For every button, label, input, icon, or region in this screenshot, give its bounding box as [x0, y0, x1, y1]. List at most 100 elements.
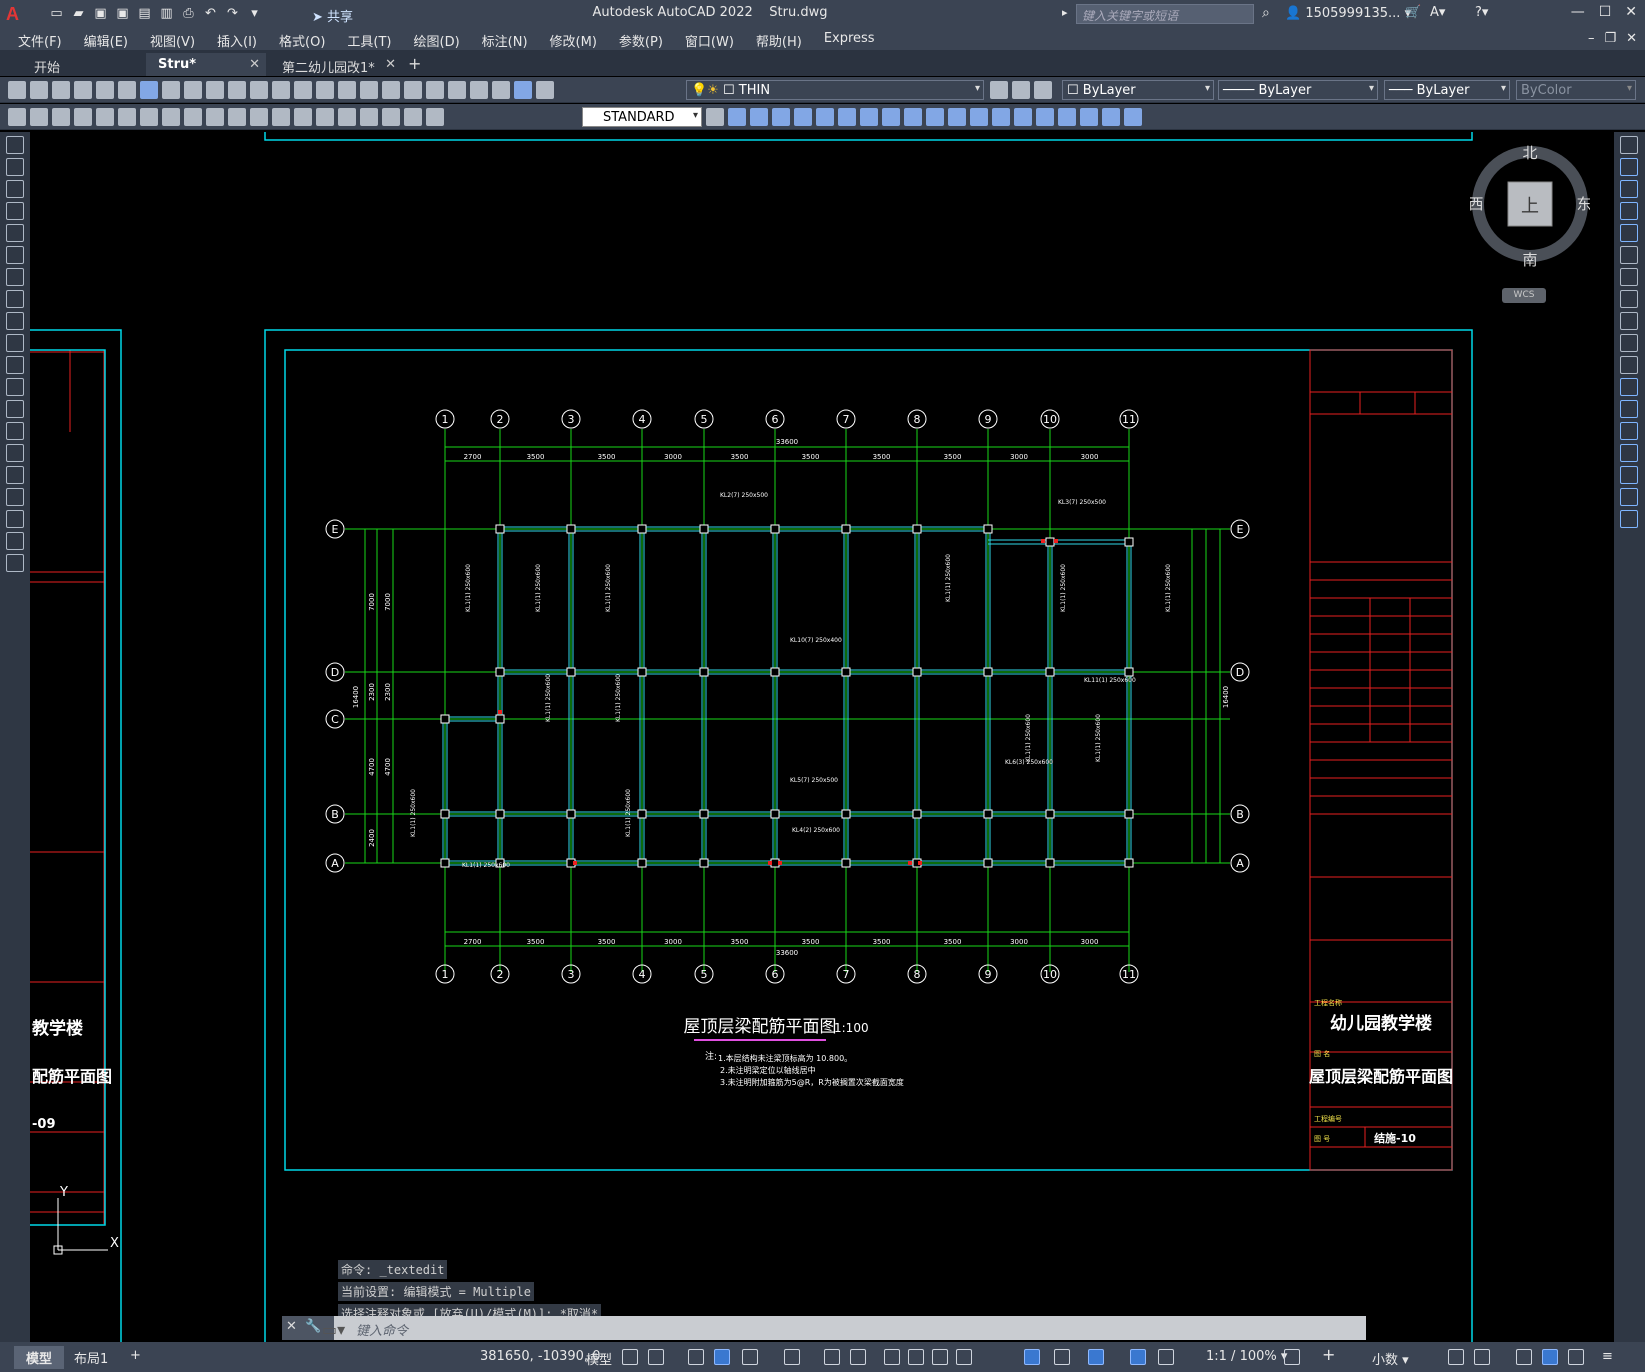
dim-aligned-icon[interactable] [30, 108, 48, 126]
ellipse-arc-icon[interactable] [6, 356, 24, 374]
layer-prev-icon[interactable] [1012, 81, 1030, 99]
join-object-icon[interactable] [1620, 422, 1638, 440]
lineweight-dropdown[interactable]: ─── ByLayer ▾ [1384, 80, 1510, 100]
spline-icon[interactable] [6, 312, 24, 330]
tab-start[interactable]: 开始 [22, 53, 142, 76]
menu-view[interactable]: 视图(V) [150, 28, 195, 50]
cut-icon[interactable] [162, 81, 180, 99]
ungroup-icon[interactable] [1124, 108, 1142, 126]
search-icon[interactable]: ⌕ [1262, 5, 1270, 21]
chevron-right-icon[interactable]: ▸ [1062, 6, 1068, 19]
dim-update-icon[interactable] [426, 108, 444, 126]
close-icon[interactable]: ✕ [249, 57, 260, 72]
save-icon[interactable]: ▣ [92, 6, 109, 22]
mirror-icon[interactable] [750, 108, 768, 126]
gizmo-icon[interactable] [1088, 1349, 1104, 1365]
circle-icon[interactable] [6, 268, 24, 286]
new-layout-button[interactable]: + [118, 1346, 153, 1365]
move-object-icon[interactable] [1620, 246, 1638, 264]
copy-icon[interactable] [728, 108, 746, 126]
dim-edit-icon[interactable] [382, 108, 400, 126]
close-icon[interactable]: ✕ [385, 57, 396, 72]
erase-icon[interactable] [1620, 136, 1638, 154]
app-logo[interactable]: A [6, 4, 19, 25]
clean-screen-icon[interactable] [1568, 1349, 1584, 1365]
zoom-icon[interactable] [316, 81, 334, 99]
menu-help[interactable]: 帮助(H) [756, 28, 802, 50]
minimize-icon[interactable]: — [1571, 4, 1585, 20]
osnap-icon[interactable] [850, 1349, 866, 1365]
quick-dim-icon[interactable] [184, 108, 202, 126]
region-icon[interactable] [6, 488, 24, 506]
exchange-icon[interactable]: A▾ [1430, 5, 1445, 20]
break-point-icon[interactable] [1620, 378, 1638, 396]
chamfer-icon[interactable] [992, 108, 1010, 126]
scale-icon[interactable] [860, 108, 878, 126]
user-account[interactable]: 👤 1505999135... ▾ [1285, 6, 1411, 21]
close-icon[interactable]: ✕ [1625, 4, 1637, 20]
extend-icon[interactable] [926, 108, 944, 126]
menu-format[interactable]: 格式(O) [279, 28, 325, 50]
layer-match-icon[interactable] [990, 81, 1008, 99]
export-icon[interactable]: ▥ [158, 6, 175, 22]
match-icon[interactable] [228, 81, 246, 99]
menu-dimension[interactable]: 标注(N) [482, 28, 528, 50]
open-icon[interactable] [30, 81, 48, 99]
dim-arc-icon[interactable] [52, 108, 70, 126]
undo-icon[interactable]: ↶ [202, 6, 219, 22]
save-icon[interactable] [52, 81, 70, 99]
layer-icon[interactable] [536, 81, 554, 99]
polyline-icon[interactable] [6, 180, 24, 198]
model-space-button[interactable]: 模型 [586, 1349, 612, 1368]
linetype-dropdown[interactable]: ──── ByLayer ▾ [1218, 80, 1378, 100]
dim-jogged-icon[interactable] [118, 108, 136, 126]
recent-commands-icon[interactable]: ▭▾ [322, 1320, 345, 1339]
infer-icon[interactable] [688, 1349, 704, 1365]
compass-east[interactable]: 东 [1576, 195, 1591, 213]
hardware-accel-icon[interactable] [1542, 1349, 1558, 1365]
doc-close-icon[interactable]: ✕ [1626, 31, 1637, 46]
new-icon[interactable] [8, 81, 26, 99]
cart-icon[interactable]: 🛒 [1405, 5, 1421, 20]
coordinates[interactable]: 381650, -10390, 0 [480, 1349, 600, 1364]
join-icon[interactable] [970, 108, 988, 126]
preview-icon[interactable] [96, 81, 114, 99]
draworder-icon[interactable] [1080, 108, 1098, 126]
fillet-icon[interactable] [1014, 108, 1032, 126]
menu-parametric[interactable]: 参数(P) [619, 28, 663, 50]
publish-icon[interactable] [118, 81, 136, 99]
dim-angular-icon[interactable] [162, 108, 180, 126]
trim-icon[interactable] [904, 108, 922, 126]
units-dropdown[interactable]: 小数 ▾ [1372, 1349, 1409, 1368]
menu-tools[interactable]: 工具(T) [347, 28, 391, 50]
chamfer-object-icon[interactable] [1620, 444, 1638, 462]
move-icon[interactable] [816, 108, 834, 126]
offset-icon[interactable] [772, 108, 790, 126]
copy-object-icon[interactable] [1620, 158, 1638, 176]
share-button[interactable]: ➤ 共享 [312, 6, 353, 25]
scale-object-icon[interactable] [1620, 290, 1638, 308]
menu-insert[interactable]: 插入(I) [217, 28, 257, 50]
close-icon[interactable]: ✕ [286, 1319, 297, 1334]
ellipse-icon[interactable] [6, 334, 24, 352]
compass-south[interactable]: 南 [1522, 251, 1537, 269]
maximize-icon[interactable]: ☐ [1599, 4, 1612, 20]
search-input[interactable]: 键入关键字或短语 [1076, 4, 1254, 24]
lineweight-icon[interactable] [884, 1349, 900, 1365]
doc-minimize-icon[interactable]: – [1588, 31, 1595, 46]
tolerance-icon[interactable] [294, 108, 312, 126]
plus-icon[interactable]: + [1322, 1345, 1335, 1364]
help-icon[interactable]: ?▾ [1475, 5, 1488, 20]
drawing-svg[interactable]: 教学楼 配筋平面图 -09 幼儿园教学楼 屋顶层梁配筋平面图 结施-10 工程名… [24, 121, 1614, 1361]
annotation-visibility-icon[interactable] [1130, 1349, 1146, 1365]
calc-icon[interactable] [492, 81, 510, 99]
dim-break-icon[interactable] [272, 108, 290, 126]
menu-modify[interactable]: 修改(M) [550, 28, 597, 50]
drawing-canvas[interactable]: 教学楼 配筋平面图 -09 幼儿园教学楼 屋顶层梁配筋平面图 结施-10 工程名… [24, 121, 1614, 1361]
stretch-icon[interactable] [882, 108, 900, 126]
dim-baseline-icon[interactable] [206, 108, 224, 126]
break-icon[interactable] [948, 108, 966, 126]
zoom-window-icon[interactable] [338, 81, 356, 99]
plotstyle-dropdown[interactable]: ByColor ▾ [1516, 80, 1636, 100]
customize-menu-icon[interactable]: ≡ [1602, 1349, 1613, 1364]
